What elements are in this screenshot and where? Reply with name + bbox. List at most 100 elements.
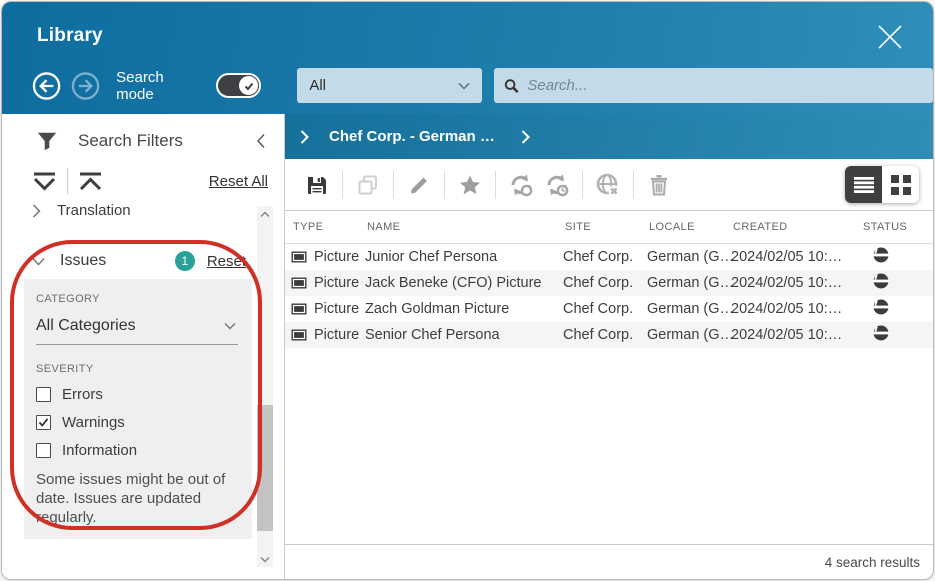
search-icon [504,78,519,94]
filters-scroll-area: Translation Issues 1 Reset CATEGORY All … [2,204,284,562]
chevron-down-icon [224,322,236,330]
search-filters-panel: Search Filters Reset All Tran [2,114,285,580]
filters-panel-title: Search Filters [78,131,256,151]
filter-group-label: Translation [57,204,131,219]
checkbox-checked[interactable] [36,415,51,430]
translation-workflow-sync-button[interactable] [544,172,570,198]
filter-group-label: Issues [60,252,106,270]
dialog-header: Library Search mode All [2,2,933,114]
toggle-knob-check-icon [239,76,258,95]
checkbox-unchecked[interactable] [36,387,51,402]
close-icon[interactable] [873,20,907,54]
publication-status-icon [873,273,889,289]
breadcrumb: Chef Corp. - German … [285,114,933,159]
bookmark-star-button[interactable] [457,172,483,198]
site-cell: Chef Corp. [563,275,647,291]
column-header-created[interactable]: CREATED [731,221,861,233]
divider [67,168,68,194]
filter-group-issues-header[interactable]: Issues 1 Reset [2,239,284,279]
results-area: Chef Corp. - German … [285,114,933,580]
category-dropdown[interactable]: All Categories [36,305,238,345]
severity-warnings-row[interactable]: Warnings [36,414,238,431]
chevron-right-icon [32,204,41,218]
column-header-site[interactable]: SITE [563,221,647,233]
publication-status-icon [873,325,889,341]
table-row[interactable]: Picture Jack Beneke (CFO) Picture Chef C… [285,270,933,296]
column-header-status[interactable]: STATUS [861,221,933,233]
back-button[interactable] [32,71,61,101]
list-view-button[interactable] [845,166,882,203]
chevron-down-icon [458,82,470,90]
checkbox-unchecked[interactable] [36,443,51,458]
site-cell: Chef Corp. [563,301,647,317]
severity-caption: SEVERITY [36,363,238,375]
severity-information-row[interactable]: Information [36,442,238,459]
category-caption: CATEGORY [36,293,238,305]
dialog-title: Library [37,25,103,47]
name-cell: Junior Chef Persona [365,249,563,265]
checkbox-label: Warnings [62,414,125,431]
content-type-dropdown[interactable]: All [297,68,482,103]
name-cell: Zach Goldman Picture [365,301,563,317]
filter-group-orphaned-catalog-items[interactable]: Orphaned Catalog Items [2,556,284,562]
locale-cell: German (G… [647,249,731,265]
delete-trash-button[interactable] [646,172,672,198]
scroll-down-arrow-icon[interactable] [257,551,273,567]
picture-type-icon [291,277,307,289]
type-cell: Picture [314,327,359,343]
breadcrumb-folder-label[interactable]: Chef Corp. - German … [329,128,495,145]
locale-cell: German (G… [647,275,731,291]
table-header: TYPE NAME SITE LOCALE CREATED STATUS [285,211,933,244]
content-toolbar [285,159,933,211]
table-row[interactable]: Picture Zach Goldman Picture Chef Corp. … [285,296,933,322]
breadcrumb-chevron-icon[interactable] [521,130,530,144]
issues-count-badge: 1 [175,251,195,271]
collapse-panel-chevron-left-icon[interactable] [256,133,266,149]
copy-button[interactable] [355,172,381,198]
filter-group-translation[interactable]: Translation [2,204,284,223]
save-button[interactable] [304,172,330,198]
scrollbar-thumb[interactable] [257,405,273,531]
created-cell: 2024/02/05 10:… [731,327,861,343]
status-cell [861,299,933,319]
issues-reset-link[interactable]: Reset [207,253,246,270]
created-cell: 2024/02/05 10:… [731,249,861,265]
column-header-locale[interactable]: LOCALE [647,221,731,233]
filter-funnel-icon [36,130,58,152]
grid-view-button[interactable] [882,166,919,203]
site-cell: Chef Corp. [563,327,647,343]
type-cell: Picture [314,275,359,291]
reset-all-link[interactable]: Reset All [209,173,268,190]
table-row[interactable]: Picture Senior Chef Persona Chef Corp. G… [285,322,933,348]
issues-note: Some issues might be out of date. Issues… [36,471,238,527]
forward-button[interactable] [71,71,100,101]
collapse-all-filters-icon[interactable] [78,171,103,192]
expand-all-filters-icon[interactable] [32,171,57,192]
search-input[interactable] [527,77,923,94]
filter-group-label: Orphaned Catalog Items [57,560,220,562]
content-type-value: All [309,77,326,94]
scroll-up-arrow-icon[interactable] [257,206,273,222]
name-cell: Jack Beneke (CFO) Picture [365,275,563,291]
chevron-down-icon [32,257,45,266]
picture-type-icon [291,329,307,341]
locale-cell: German (G… [647,301,731,317]
severity-errors-row[interactable]: Errors [36,386,238,403]
view-mode-toggle [845,166,919,203]
list-view-icon [853,176,875,194]
picture-type-icon [291,303,307,315]
start-workflow-sync-button[interactable] [508,172,534,198]
table-row[interactable]: Picture Junior Chef Persona Chef Corp. G… [285,244,933,270]
column-header-type[interactable]: TYPE [291,221,365,233]
edit-pencil-button[interactable] [406,172,432,198]
withdraw-globe-button[interactable] [595,172,621,198]
breadcrumb-chevron-icon[interactable] [300,130,309,144]
checkbox-label: Information [62,442,137,459]
status-bar: 4 search results [285,544,933,580]
picture-type-icon [291,251,307,263]
search-mode-toggle[interactable] [216,73,262,98]
type-cell: Picture [314,301,359,317]
sidebar-scrollbar[interactable] [257,206,273,567]
column-header-name[interactable]: NAME [365,221,563,233]
library-dialog: Library Search mode All [1,1,934,580]
